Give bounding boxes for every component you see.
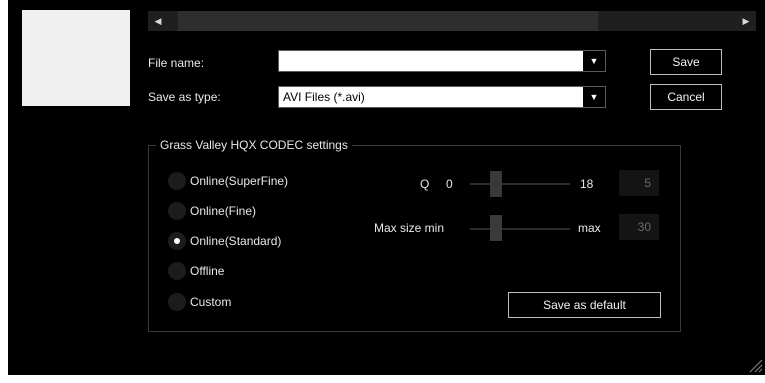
- codec-settings-title: Grass Valley HQX CODEC settings: [156, 138, 352, 152]
- cancel-button[interactable]: Cancel: [650, 84, 722, 110]
- q-slider-thumb[interactable]: [490, 171, 502, 197]
- size-slider-thumb[interactable]: [490, 215, 502, 241]
- radio-label: Custom: [190, 295, 232, 309]
- preview-pane: [22, 10, 130, 106]
- scrollbar-thumb[interactable]: [178, 11, 598, 31]
- radio-selected-icon[interactable]: [168, 232, 186, 250]
- q-max-label: 18: [580, 177, 594, 191]
- file-name-input[interactable]: ▼: [278, 50, 606, 72]
- radio-icon[interactable]: [168, 293, 186, 311]
- q-min-label: 0: [446, 177, 453, 191]
- max-size-max-label: max: [578, 221, 601, 235]
- q-value-field[interactable]: 5: [619, 170, 659, 196]
- save-as-type-label: Save as type:: [148, 90, 221, 104]
- file-name-label: File name:: [148, 56, 205, 70]
- radio-label: Offline: [190, 264, 225, 278]
- chevron-down-icon[interactable]: ▼: [583, 51, 605, 71]
- radio-label: Online(Fine): [190, 204, 257, 218]
- save-as-type-select[interactable]: AVI Files (*.avi) ▼: [278, 86, 606, 108]
- radio-icon[interactable]: [168, 262, 186, 280]
- save-as-type-value: AVI Files (*.avi): [283, 90, 365, 104]
- size-value-field[interactable]: 30: [619, 214, 659, 240]
- horizontal-scrollbar[interactable]: ◀ ▶: [148, 11, 756, 31]
- size-slider-track[interactable]: [470, 228, 570, 230]
- radio-icon[interactable]: [168, 202, 186, 220]
- resize-grip-icon[interactable]: [747, 357, 763, 373]
- save-as-default-button[interactable]: Save as default: [508, 292, 661, 318]
- scroll-left-icon[interactable]: ◀: [148, 11, 168, 31]
- radio-label: Online(SuperFine): [190, 174, 289, 188]
- save-dialog: ◀ ▶ File name: ▼ Save as type: AVI Files…: [8, 0, 765, 375]
- radio-icon[interactable]: [168, 172, 186, 190]
- chevron-down-icon[interactable]: ▼: [583, 87, 605, 107]
- save-button[interactable]: Save: [650, 49, 722, 75]
- max-size-min-label: Max size min: [374, 221, 445, 235]
- scroll-right-icon[interactable]: ▶: [736, 11, 756, 31]
- q-label: Q: [420, 177, 430, 191]
- radio-label: Online(Standard): [190, 234, 282, 248]
- q-slider-track[interactable]: [470, 183, 570, 185]
